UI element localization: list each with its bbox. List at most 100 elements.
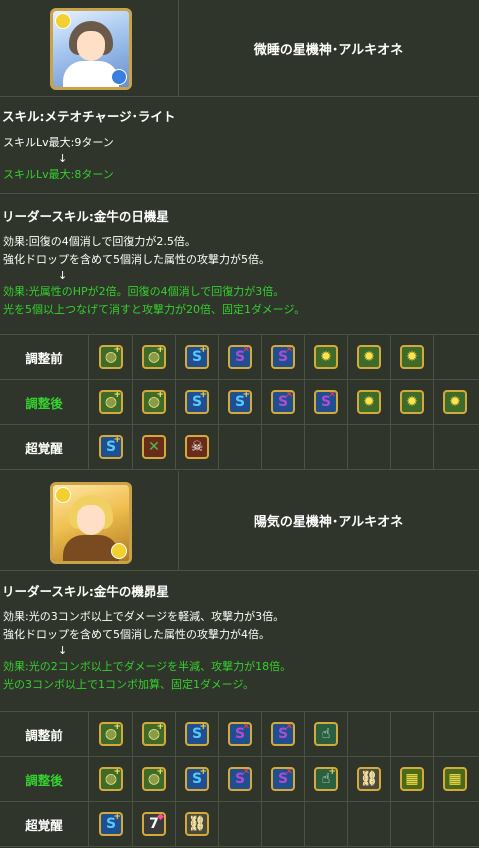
light-attack-plus-icon[interactable]: ◍ + <box>99 390 123 414</box>
light-attack-plus-icon[interactable]: ◍ + <box>142 722 166 746</box>
character-portrait-gold-icon[interactable] <box>50 482 132 564</box>
two-way-plus-icon[interactable]: S + <box>99 435 123 459</box>
awakening-cell: ▦ <box>390 757 434 801</box>
combo-boost-icon[interactable]: ▦ <box>443 767 467 791</box>
combo-boost-icon[interactable]: ▦ <box>400 767 424 791</box>
awakening-cell <box>433 712 479 756</box>
awakening-cell: S + <box>89 802 133 846</box>
awakening-cell: ⛓ <box>347 757 391 801</box>
two-way-plus-icon[interactable]: S + <box>185 767 209 791</box>
two-way-plus-icon[interactable]: S + <box>185 390 209 414</box>
awakening-cell: S + <box>175 335 219 379</box>
dark-resist-icon[interactable]: S ✕ <box>271 722 295 746</box>
awakening-cell <box>218 425 262 469</box>
leader-before-line: 強化ドロップを含めて5個消した属性の攻撃力が4倍。 <box>3 628 270 641</box>
light-attack-plus-icon[interactable]: ◍ + <box>142 767 166 791</box>
light-attack-plus-icon[interactable]: ◍ + <box>99 767 123 791</box>
dark-resist-icon[interactable]: S ✕ <box>228 767 252 791</box>
two-way-plus-icon[interactable]: S + <box>185 722 209 746</box>
two-way-plus-icon[interactable]: S + <box>185 345 209 369</box>
leader-after-line: 光を5個以上つなげて消すと攻撃力が20倍、固定1ダメージ。 <box>3 303 306 316</box>
character-portrait-blue-icon[interactable] <box>50 8 132 90</box>
awakening-row: 超覚醒 S + 7 ◆ ⛓ <box>0 802 479 847</box>
awakening-cell <box>347 425 391 469</box>
awakening-cell: ✹ <box>390 380 434 424</box>
awakening-cell: S + <box>89 425 133 469</box>
awakening-cell <box>347 802 391 846</box>
awakening-cell: ◍ + <box>132 712 176 756</box>
two-way-plus-icon[interactable]: S + <box>228 390 252 414</box>
awakening-cell: S ✕ <box>261 380 305 424</box>
awakening-table-2: 調整前 ◍ + ◍ + S + S ✕ S ✕ ☝ 調整後 ◍ + ◍ + S + S ✕ S ✕ ☝ + ⛓ ▦ ▦ 超覚醒 S + 7 ◆ ⛓ <box>0 712 479 847</box>
machine-killer-icon[interactable]: ⛓ <box>357 767 381 791</box>
awakening-cell: ☝ <box>304 712 348 756</box>
two-way-plus-icon[interactable]: S + <box>99 812 123 836</box>
awakening-cell <box>304 802 348 846</box>
awakening-row-label: 調整前 <box>0 335 89 379</box>
light-row-icon[interactable]: ✹ <box>443 390 467 414</box>
finger-extend-icon[interactable]: ☝ <box>314 722 338 746</box>
awakening-cell: S ✕ <box>218 335 262 379</box>
skill-section: スキル:メテオチャージ･ライト スキルLv最大:9ターン ↓ スキルLv最大:8… <box>0 97 479 194</box>
awakening-cell <box>304 425 348 469</box>
awakening-cell: S + <box>175 712 219 756</box>
awakening-cell: 7 ◆ <box>132 802 176 846</box>
awakening-cell: S ✕ <box>304 380 348 424</box>
leader-arrow: ↓ <box>58 269 68 282</box>
skill-arrow: ↓ <box>58 152 68 165</box>
awakening-cell <box>390 802 434 846</box>
leader-arrow: ↓ <box>58 644 68 657</box>
awakening-cell: ◍ + <box>132 757 176 801</box>
skill-title: スキル:メテオチャージ･ライト <box>2 109 176 124</box>
awakening-cell <box>347 712 391 756</box>
awakening-row-label: 超覚醒 <box>0 425 89 469</box>
awakening-row-label: 調整前 <box>0 712 89 756</box>
light-attack-plus-icon[interactable]: ◍ + <box>142 345 166 369</box>
awakening-row: 調整後 ◍ + ◍ + S + S ✕ S ✕ ☝ + ⛓ ▦ ▦ <box>0 757 479 802</box>
dark-resist-icon[interactable]: S ✕ <box>228 722 252 746</box>
light-attribute-icon <box>111 543 127 559</box>
wood-killer-icon[interactable]: ✕ <box>142 435 166 459</box>
dark-resist-icon[interactable]: S ✕ <box>228 345 252 369</box>
light-row-icon[interactable]: ✹ <box>400 345 424 369</box>
awakening-cell: S ✕ <box>261 712 305 756</box>
awakening-row: 調整前 ◍ + ◍ + S + S ✕ S ✕ ✹ ✹ ✹ <box>0 335 479 380</box>
light-row-icon[interactable]: ✹ <box>357 390 381 414</box>
light-row-icon[interactable]: ✹ <box>400 390 424 414</box>
awakening-cell: ⛓ <box>175 802 219 846</box>
dark-resist-icon[interactable]: S ✕ <box>271 767 295 791</box>
light-attack-plus-icon[interactable]: ◍ + <box>142 390 166 414</box>
awakening-cell: S + <box>175 757 219 801</box>
character-header-2: 陽気の星機神･アルキオネ <box>0 471 479 571</box>
portrait-cell <box>0 0 179 96</box>
light-attribute-icon <box>55 13 71 29</box>
skill-before: スキルLv最大:9ターン <box>3 136 114 149</box>
page: 微睡の星機神･アルキオネ スキル:メテオチャージ･ライト スキルLv最大:9ター… <box>0 0 479 848</box>
devil-killer-icon[interactable]: ☠ <box>185 435 209 459</box>
awakening-row: 超覚醒 S + ✕ ☠ <box>0 425 479 470</box>
light-attack-plus-icon[interactable]: ◍ + <box>99 345 123 369</box>
awakening-cell <box>433 335 479 379</box>
light-attack-plus-icon[interactable]: ◍ + <box>99 722 123 746</box>
leader-after-line: 効果:光の2コンボ以上でダメージを半減、攻撃力が18倍。 <box>3 660 292 673</box>
dark-resist-icon[interactable]: S ✕ <box>314 390 338 414</box>
awakening-table-1: 調整前 ◍ + ◍ + S + S ✕ S ✕ ✹ ✹ ✹ 調整後 ◍ + ◍ + S + S + S ✕ S ✕ ✹ ✹ ✹ 超覚醒 S + ✕… <box>0 335 479 470</box>
dark-resist-icon[interactable]: S ✕ <box>271 390 295 414</box>
character-name: 微睡の星機神･アルキオネ <box>253 42 404 58</box>
light-row-icon[interactable]: ✹ <box>357 345 381 369</box>
awakening-cell <box>261 425 305 469</box>
leader-skill-section: リーダースキル:金牛の機昴星 効果:光の3コンボ以上でダメージを軽減、攻撃力が3… <box>0 571 479 712</box>
awakening-cell: ◍ + <box>132 380 176 424</box>
machine-killer-icon[interactable]: ⛓ <box>185 812 209 836</box>
leader-skill-title: リーダースキル:金牛の機昴星 <box>2 584 169 599</box>
awakening-cell: ◍ + <box>89 380 133 424</box>
awakening-row-label: 調整後 <box>0 380 89 424</box>
leader-after-line: 光の3コンボ以上で1コンボ加算、固定1ダメージ。 <box>3 678 255 691</box>
dark-resist-icon[interactable]: S ✕ <box>271 345 295 369</box>
finger-extend-plus-icon[interactable]: ☝ + <box>314 767 338 791</box>
light-row-icon[interactable]: ✹ <box>314 345 338 369</box>
seven-combo-icon[interactable]: 7 ◆ <box>142 812 166 836</box>
awakening-cell: S ✕ <box>218 757 262 801</box>
awakening-row: 調整前 ◍ + ◍ + S + S ✕ S ✕ ☝ <box>0 712 479 757</box>
awakening-cell: S ✕ <box>261 335 305 379</box>
